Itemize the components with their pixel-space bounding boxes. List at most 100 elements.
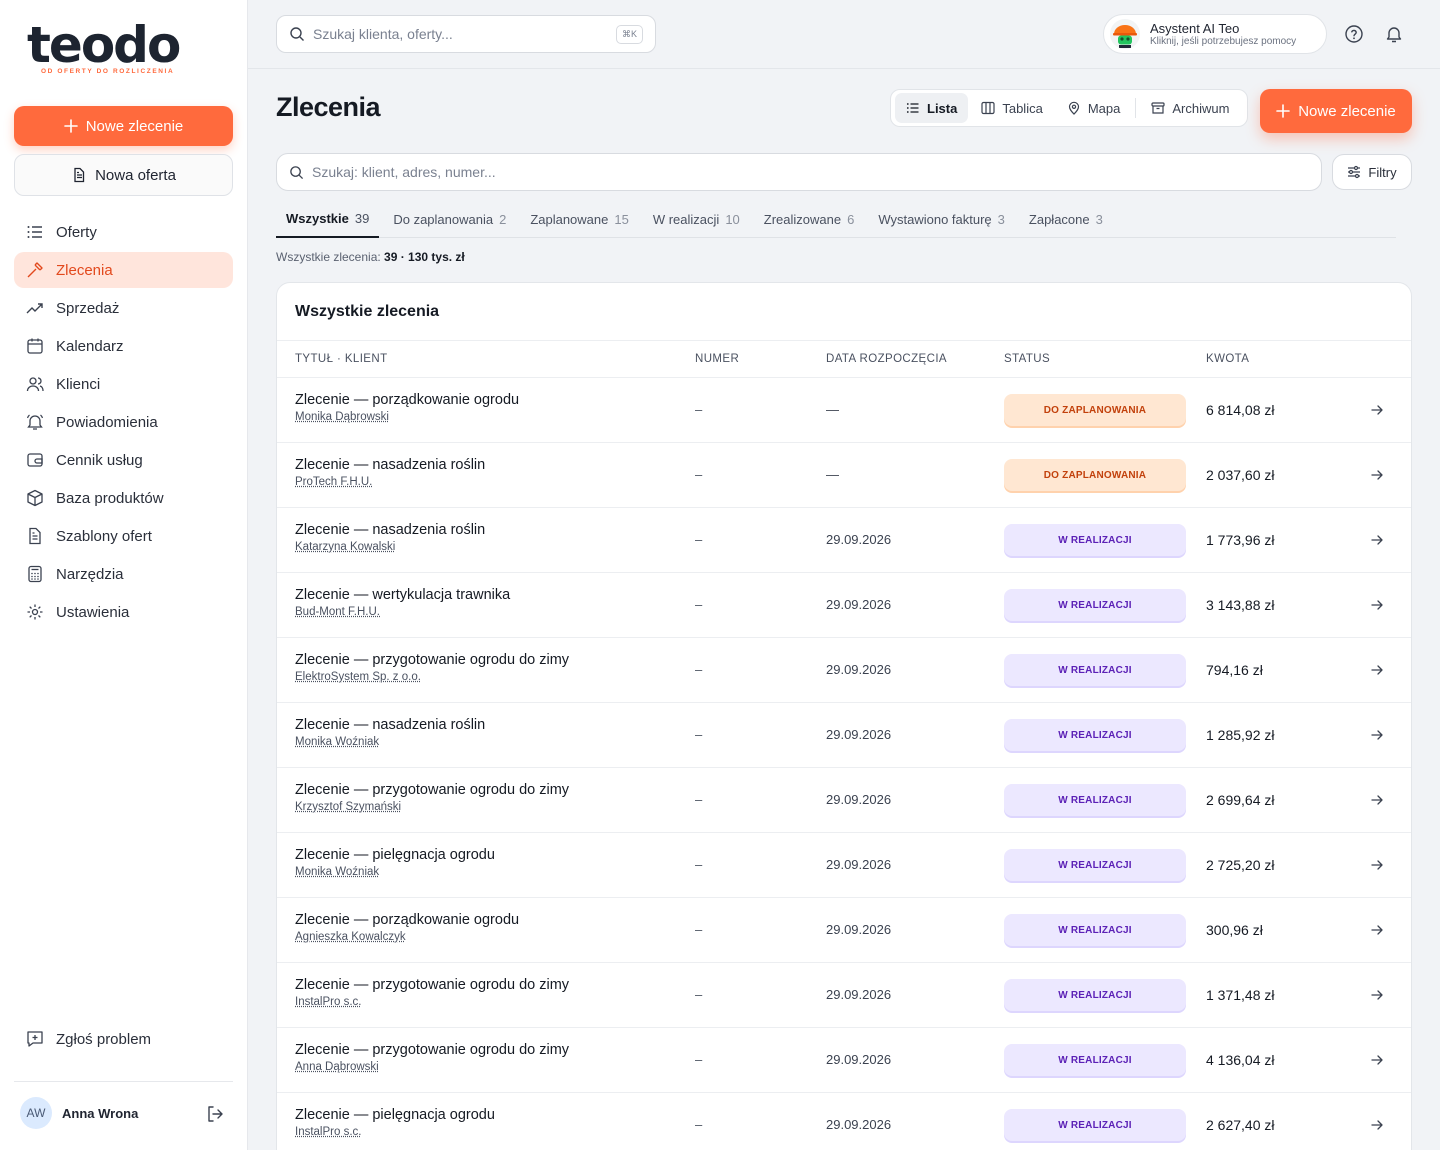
orders-search-input[interactable]: Szukaj: klient, adres, numer...	[276, 153, 1322, 191]
sidebar-item-ustawienia[interactable]: Ustawienia	[14, 594, 233, 630]
sidebar-item-narzedzia[interactable]: Narzędzia	[14, 556, 233, 592]
new-order-button[interactable]: Nowe zlecenie	[1260, 89, 1412, 133]
sidebar-item-szablony[interactable]: Szablony ofert	[14, 518, 233, 554]
bell-icon[interactable]	[1384, 24, 1404, 44]
order-title[interactable]: Zlecenie — przygotowanie ogrodu do zimy	[295, 782, 569, 798]
view-list-tab[interactable]: Lista	[895, 93, 969, 123]
tab-to-plan[interactable]: Do zaplanowania 2	[383, 200, 516, 238]
arrow-right-icon[interactable]	[1369, 1117, 1385, 1133]
status-badge: W REALIZACJI	[1004, 914, 1186, 946]
order-client-link[interactable]: InstalPro s.c.	[295, 1126, 361, 1138]
sidebar-nav: Oferty Zlecenia Sprzedaż Kalendarz Klien…	[14, 214, 233, 632]
table-row[interactable]: Zlecenie — porządkowanie ogrodu Monika Dą…	[277, 378, 1411, 443]
arrow-right-icon[interactable]	[1369, 467, 1385, 483]
tab-count: 2	[499, 211, 507, 227]
table-row[interactable]: Zlecenie — przygotowanie ogrodu do zimy E…	[277, 638, 1411, 703]
sidebar-item-label: Baza produktów	[56, 489, 164, 507]
arrow-right-icon[interactable]	[1369, 402, 1385, 418]
logo[interactable]: teodo OD OFERTY DO ROZLICZENIA	[27, 20, 187, 80]
filters-button[interactable]: Filtry	[1332, 154, 1412, 190]
order-title[interactable]: Zlecenie — nasadzenia roślin	[295, 522, 485, 538]
order-title[interactable]: Zlecenie — pielęgnacja ogrodu	[295, 847, 495, 863]
logout-icon[interactable]	[205, 1104, 225, 1124]
user-profile[interactable]: AW Anna Wrona	[20, 1097, 138, 1129]
help-icon[interactable]	[1344, 24, 1364, 44]
table-row[interactable]: Zlecenie — nasadzenia roślin Monika Woźni…	[277, 703, 1411, 768]
table-row[interactable]: Zlecenie — pielęgnacja ogrodu InstalPro s…	[277, 1093, 1411, 1150]
sidebar-item-produkty[interactable]: Baza produktów	[14, 480, 233, 516]
view-map-tab[interactable]: Mapa	[1056, 93, 1132, 123]
arrow-right-icon[interactable]	[1369, 532, 1385, 548]
order-title[interactable]: Zlecenie — pielęgnacja ogrodu	[295, 1107, 495, 1123]
order-amount: 1 285,92 zł	[1206, 727, 1275, 743]
order-title[interactable]: Zlecenie — nasadzenia roślin	[295, 717, 485, 733]
document-icon	[29, 527, 41, 545]
arrow-right-icon[interactable]	[1369, 727, 1385, 743]
tab-paid[interactable]: Zapłacone 3	[1019, 200, 1113, 238]
order-title[interactable]: Zlecenie — przygotowanie ogrodu do zimy	[295, 1042, 569, 1058]
table-row[interactable]: Zlecenie — przygotowanie ogrodu do zimy K…	[277, 768, 1411, 833]
arrow-right-icon[interactable]	[1369, 597, 1385, 613]
sidebar-item-klienci[interactable]: Klienci	[14, 366, 233, 402]
sidebar-new-order-button[interactable]: Nowe zlecenie	[14, 106, 233, 146]
order-client-link[interactable]: Monika Woźniak	[295, 866, 379, 878]
header-status[interactable]: STATUS	[1004, 353, 1050, 365]
tab-invoiced[interactable]: Wystawiono fakturę 3	[868, 200, 1015, 238]
order-client-link[interactable]: Bud-Mont F.H.U.	[295, 606, 380, 618]
arrow-right-icon[interactable]	[1369, 922, 1385, 938]
sidebar-item-zlecenia[interactable]: Zlecenia	[14, 252, 233, 288]
order-client-link[interactable]: Krzysztof Szymański	[295, 801, 401, 813]
assistant-button[interactable]: Asystent AI Teo Kliknij, jeśli potrzebuj…	[1103, 14, 1327, 54]
table-row[interactable]: Zlecenie — wertykulacja trawnika Bud-Mont…	[277, 573, 1411, 638]
sidebar-item-powiadomienia[interactable]: Powiadomienia	[14, 404, 233, 440]
global-search-input[interactable]: Szukaj klienta, oferty... ⌘K	[276, 15, 656, 53]
table-row[interactable]: Zlecenie — porządkowanie ogrodu Agnieszka…	[277, 898, 1411, 963]
order-title[interactable]: Zlecenie — przygotowanie ogrodu do zimy	[295, 652, 569, 668]
report-problem-link[interactable]: Zgłoś problem	[26, 1030, 151, 1048]
tab-all[interactable]: Wszystkie 39	[276, 200, 380, 238]
order-client-link[interactable]: Monika Dąbrowski	[295, 411, 389, 423]
arrow-right-icon[interactable]	[1369, 792, 1385, 808]
table-row[interactable]: Zlecenie — przygotowanie ogrodu do zimy A…	[277, 1028, 1411, 1093]
order-title[interactable]: Zlecenie — wertykulacja trawnika	[295, 587, 510, 603]
order-title[interactable]: Zlecenie — przygotowanie ogrodu do zimy	[295, 977, 569, 993]
arrow-right-icon[interactable]	[1369, 857, 1385, 873]
view-archive-tab[interactable]: Archiwum	[1140, 93, 1240, 123]
order-client-link[interactable]: Anna Dąbrowski	[295, 1061, 379, 1073]
table-row[interactable]: Zlecenie — pielęgnacja ogrodu Monika Woźn…	[277, 833, 1411, 898]
sidebar-item-oferty[interactable]: Oferty	[14, 214, 233, 250]
sidebar-new-offer-label: Nowa oferta	[95, 166, 176, 184]
order-client-link[interactable]: Katarzyna Kowalski	[295, 541, 395, 553]
header-date[interactable]: DATA ROZPOCZĘCIA	[826, 353, 947, 365]
arrow-right-icon[interactable]	[1369, 987, 1385, 1003]
order-client-link[interactable]: InstalPro s.c.	[295, 996, 361, 1008]
view-board-tab[interactable]: Tablica	[970, 93, 1053, 123]
arrow-right-icon[interactable]	[1369, 662, 1385, 678]
header-number[interactable]: NUMER	[695, 353, 739, 365]
sidebar-item-cennik[interactable]: Cennik usług	[14, 442, 233, 478]
order-title[interactable]: Zlecenie — porządkowanie ogrodu	[295, 392, 519, 408]
order-title[interactable]: Zlecenie — porządkowanie ogrodu	[295, 912, 519, 928]
tab-in-progress[interactable]: W realizacji 10	[643, 200, 750, 238]
tab-completed[interactable]: Zrealizowane 6	[754, 200, 865, 238]
tab-planned[interactable]: Zaplanowane 15	[520, 200, 639, 238]
header-title[interactable]: TYTUŁ · KLIENT	[295, 353, 388, 365]
order-title[interactable]: Zlecenie — nasadzenia roślin	[295, 457, 485, 473]
arrow-right-icon[interactable]	[1369, 1052, 1385, 1068]
order-client-link[interactable]: ProTech F.H.U.	[295, 476, 372, 488]
order-client-link[interactable]: Agnieszka Kowalczyk	[295, 931, 406, 943]
tab-count: 10	[725, 211, 740, 227]
table-row[interactable]: Zlecenie — nasadzenia roślin Katarzyna Ko…	[277, 508, 1411, 573]
status-badge: W REALIZACJI	[1004, 784, 1186, 816]
shortcut-badge: ⌘K	[615, 25, 643, 44]
header-amount[interactable]: KWOTA	[1206, 353, 1249, 365]
order-client-link[interactable]: ElektroSystem Sp. z o.o.	[295, 671, 421, 683]
order-client-link[interactable]: Monika Woźniak	[295, 736, 379, 748]
table-row[interactable]: Zlecenie — nasadzenia roślin ProTech F.H.…	[277, 443, 1411, 508]
order-amount: 1 773,96 zł	[1206, 532, 1275, 548]
order-amount: 4 136,04 zł	[1206, 1052, 1275, 1068]
sidebar-item-kalendarz[interactable]: Kalendarz	[14, 328, 233, 364]
table-row[interactable]: Zlecenie — przygotowanie ogrodu do zimy I…	[277, 963, 1411, 1028]
sidebar-item-sprzedaz[interactable]: Sprzedaż	[14, 290, 233, 326]
sidebar-new-offer-button[interactable]: Nowa oferta	[14, 154, 233, 196]
